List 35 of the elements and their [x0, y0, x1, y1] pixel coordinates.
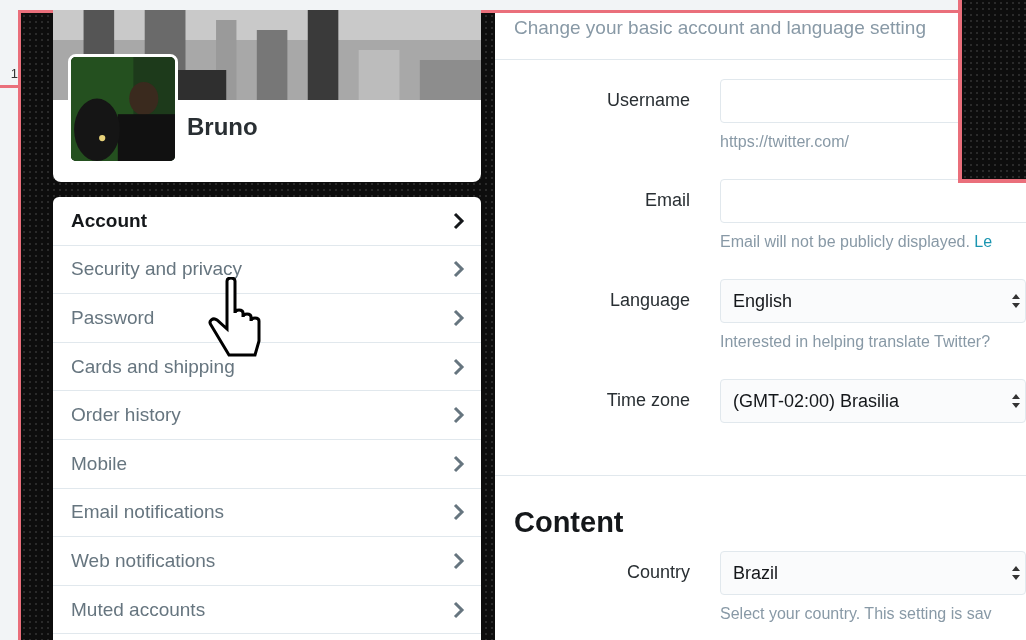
- sort-arrows-icon: [1011, 293, 1021, 309]
- menu-item[interactable]: Email notifications: [53, 488, 481, 538]
- chevron-right-icon: [453, 454, 465, 473]
- help-text: Interested in helping translate Twitter?: [720, 333, 992, 351]
- select-field[interactable]: (GMT-02:00) Brasilia: [720, 379, 1026, 423]
- text-field[interactable]: [720, 179, 1026, 223]
- help-text: Email will not be publicly displayed. Le: [720, 233, 994, 251]
- chevron-right-icon: [453, 551, 465, 570]
- chevron-right-icon: [453, 309, 465, 327]
- field-label: Username: [605, 89, 690, 112]
- chevron-right-icon: [453, 503, 465, 522]
- help-text: https://twitter.com/: [720, 133, 850, 151]
- chevron-right-icon: [453, 357, 465, 376]
- sort-arrows-icon: [1011, 393, 1021, 409]
- sort-arrows-icon: [1011, 565, 1021, 581]
- menu-item[interactable]: Account: [53, 197, 481, 246]
- menu-item[interactable]: Muted accounts: [53, 585, 481, 635]
- select-field[interactable]: Brazil: [720, 551, 1026, 595]
- chevron-right-icon: [453, 260, 465, 279]
- menu-item[interactable]: Order history: [53, 391, 481, 440]
- field-label: Language: [608, 289, 690, 312]
- chevron-right-icon: [453, 406, 465, 425]
- profile-name: Bruno: [187, 113, 258, 141]
- menu-item[interactable]: Web notifications: [53, 537, 481, 586]
- menu-item[interactable]: Mobile: [53, 439, 481, 489]
- learn-more-link[interactable]: Le: [974, 233, 993, 250]
- field-label: Email: [644, 189, 690, 212]
- section-heading: Content: [513, 505, 625, 540]
- field-label: Country: [625, 561, 690, 584]
- page-fragment-text: 1: [10, 66, 18, 81]
- field-label: Time zone: [605, 389, 690, 412]
- select-field[interactable]: English: [720, 279, 1026, 323]
- chevron-right-icon: [453, 600, 465, 619]
- chevron-right-icon: [453, 211, 465, 230]
- help-text: Select your country. This setting is sav: [720, 605, 993, 623]
